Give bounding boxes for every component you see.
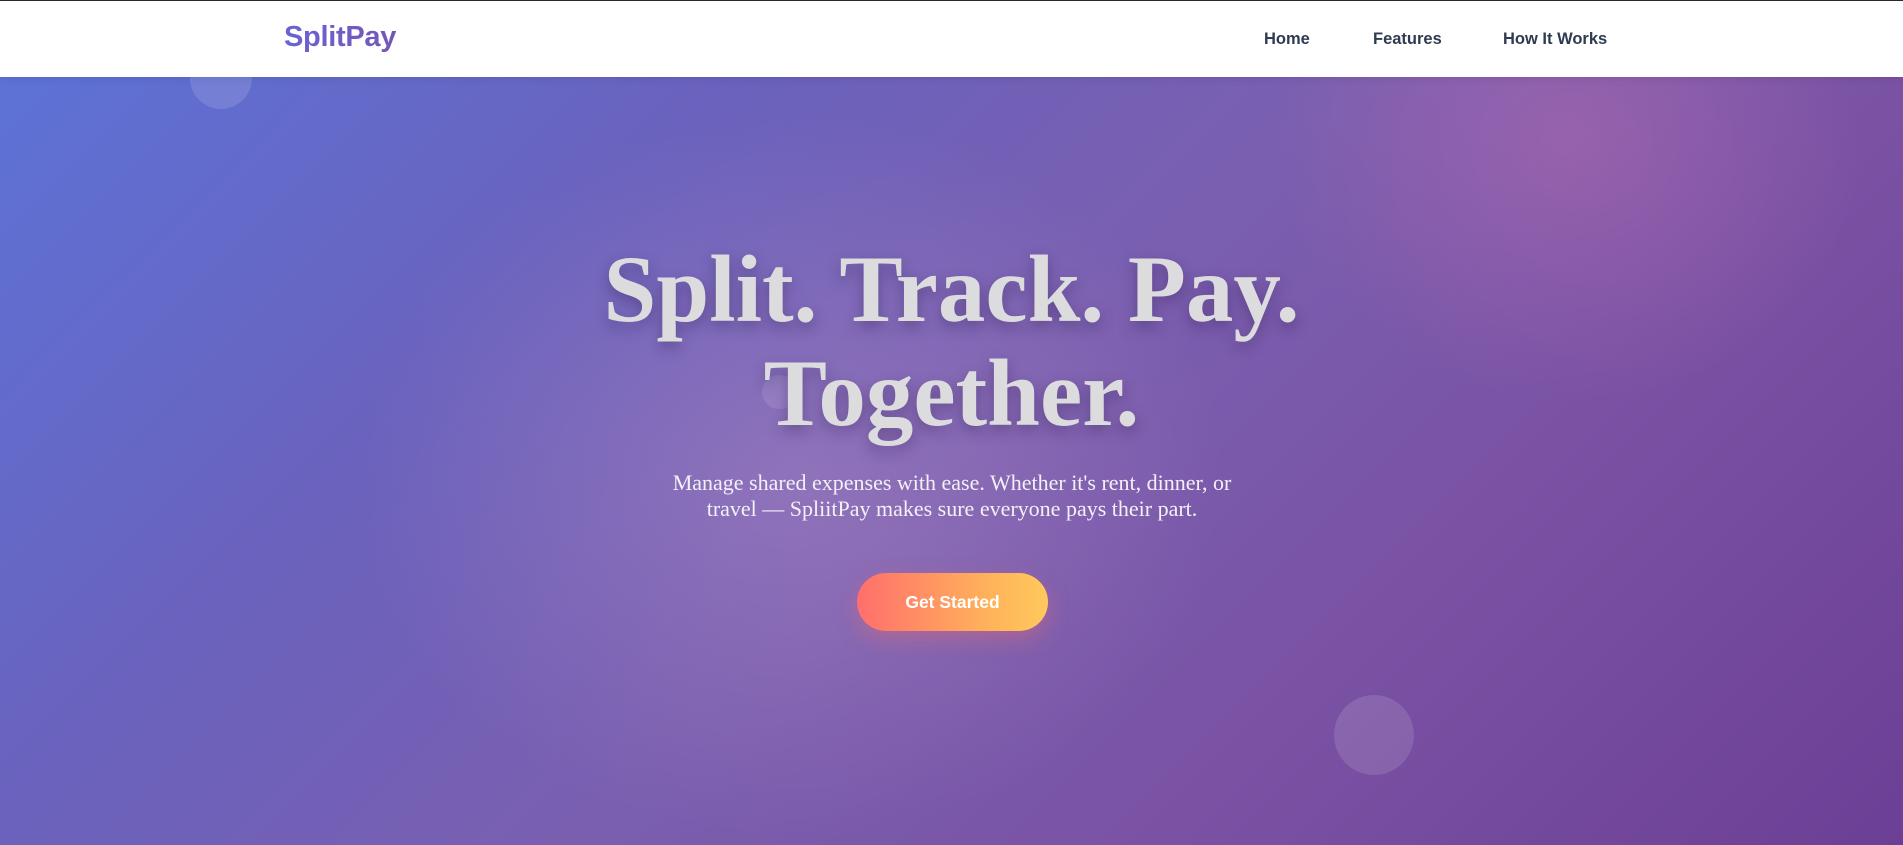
- window-top-border: [0, 0, 1903, 1]
- nav-links: Home Features How It Works: [0, 30, 1903, 50]
- hero-headline-line-1: Split. Track. Pay.: [603, 236, 1300, 342]
- hero-section: Split. Track. Pay. Together. Manage shar…: [0, 77, 1903, 845]
- hero-subtitle: Manage shared expenses with ease. Whethe…: [672, 470, 1232, 521]
- hero-background-glow: [0, 77, 1903, 845]
- nav-link-how-it-works[interactable]: How It Works: [1503, 30, 1607, 49]
- decorative-bubble: [1334, 695, 1414, 775]
- navbar: SplitPay Home Features How It Works: [0, 1, 1903, 77]
- nav-link-home[interactable]: Home: [1264, 30, 1310, 49]
- hero-headline: Split. Track. Pay. Together.: [0, 237, 1903, 445]
- nav-link-features[interactable]: Features: [1373, 30, 1442, 49]
- hero-headline-line-2: Together.: [763, 340, 1140, 446]
- get-started-button[interactable]: Get Started: [857, 573, 1048, 631]
